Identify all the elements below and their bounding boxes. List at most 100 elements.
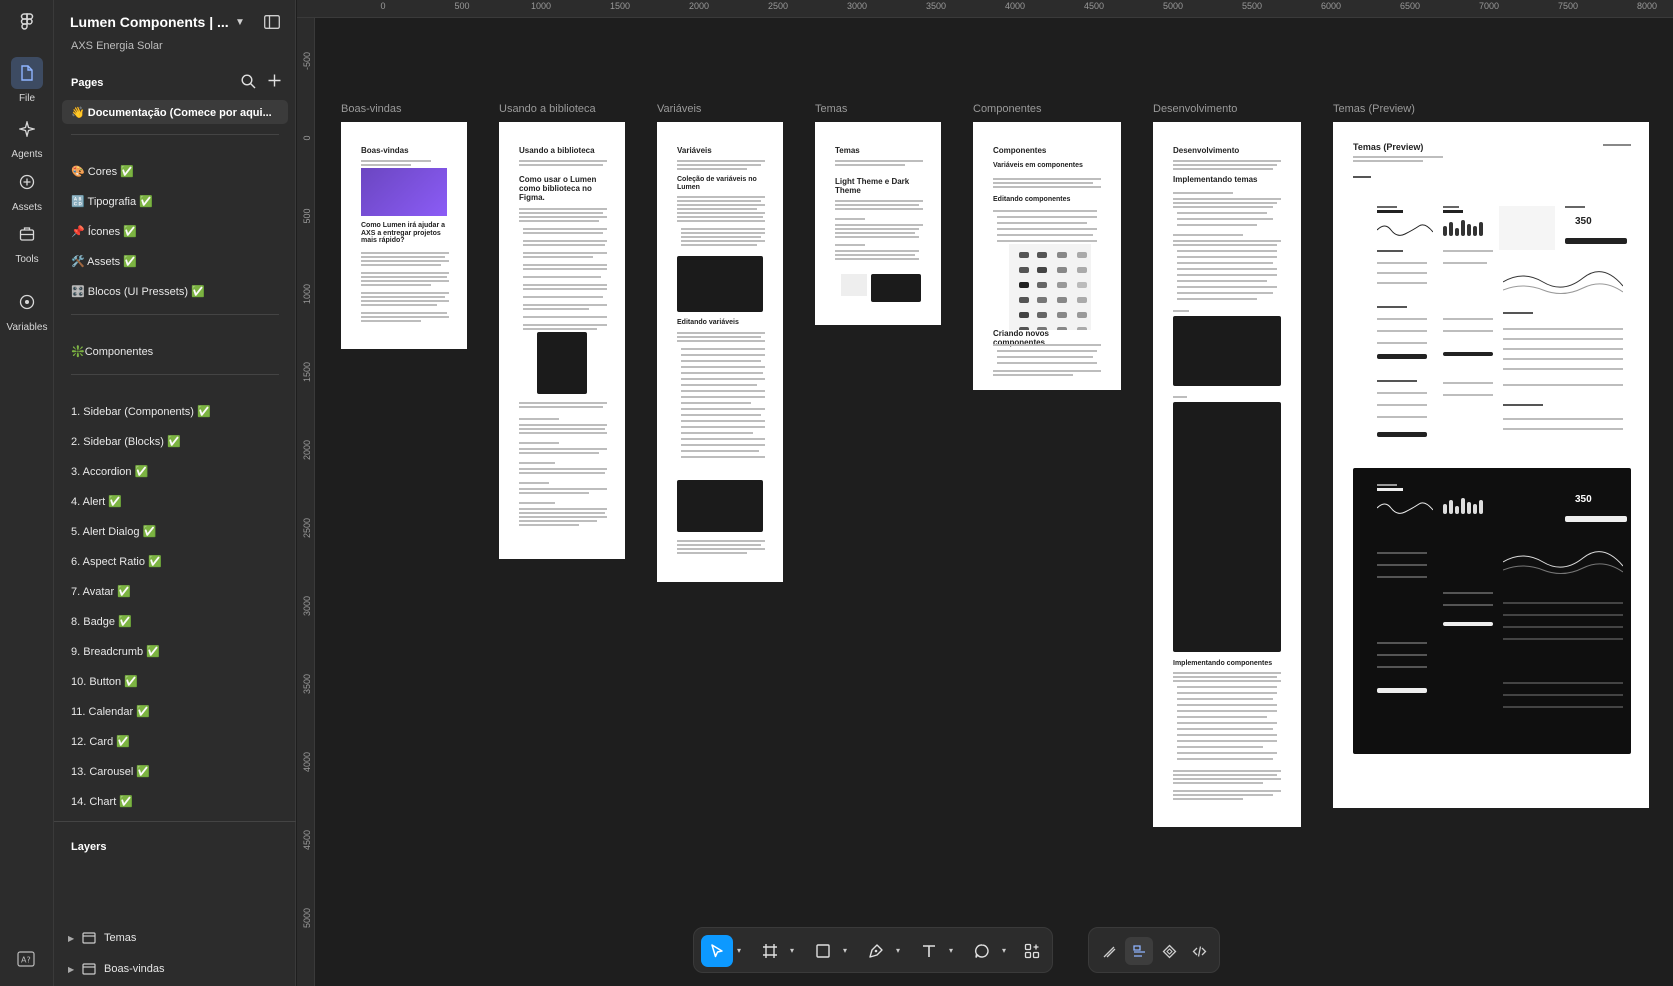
ruler-x-label: 7000 xyxy=(1478,1,1500,11)
rail-agents[interactable]: Agents xyxy=(0,113,54,160)
chevron-down-icon[interactable]: ▾ xyxy=(737,946,745,955)
page-item-alert[interactable]: 4. Alert ✅ xyxy=(62,489,288,513)
team-name[interactable]: AXS Energia Solar xyxy=(71,40,163,52)
chevron-down-icon[interactable]: ▾ xyxy=(949,946,957,955)
text-tool-button[interactable] xyxy=(913,935,945,967)
page-item-accordion[interactable]: 3. Accordion ✅ xyxy=(62,459,288,483)
frame-label-desenvolvimento[interactable]: Desenvolvimento xyxy=(1153,103,1237,115)
pen-tool-button[interactable] xyxy=(860,935,892,967)
page-item-sidebar-blocks[interactable]: 2. Sidebar (Blocks) ✅ xyxy=(62,429,288,453)
rail-assets[interactable]: Assets xyxy=(0,166,54,213)
rail-variables[interactable]: Variables xyxy=(0,286,54,333)
sidebar-panel: Lumen Components | ... ▼ AXS Energia Sol… xyxy=(54,0,296,986)
frame-temas-preview[interactable]: Temas (Preview) 350 350 xyxy=(1333,122,1649,808)
page-item-avatar[interactable]: 7. Avatar ✅ xyxy=(62,579,288,603)
frame-label-variaveis[interactable]: Variáveis xyxy=(657,103,701,115)
page-item-aspect-ratio[interactable]: 6. Aspect Ratio ✅ xyxy=(62,549,288,573)
layers-divider xyxy=(54,821,296,822)
ruler-x-label: 5000 xyxy=(1162,1,1184,11)
design-mode-button[interactable] xyxy=(1125,937,1153,965)
page-item-breadcrumb[interactable]: 9. Breadcrumb ✅ xyxy=(62,639,288,663)
chevron-down-icon[interactable]: ▼ xyxy=(235,17,245,28)
move-tool-button[interactable] xyxy=(701,935,733,967)
chevron-right-icon[interactable]: ▶ xyxy=(68,934,80,943)
layer-item-boas-vindas[interactable]: ▶ Boas-vindas xyxy=(68,959,165,979)
ruler-x-label: 5500 xyxy=(1241,1,1263,11)
agents-icon xyxy=(11,113,43,145)
rail-tools[interactable]: Tools xyxy=(0,218,54,265)
page-item-chart[interactable]: 14. Chart ✅ xyxy=(62,789,288,813)
text-settings-icon[interactable]: A? xyxy=(17,950,35,968)
frame-title: Desenvolvimento xyxy=(1173,146,1240,155)
frame-label-temas[interactable]: Temas xyxy=(815,103,847,115)
shape-tool-button[interactable] xyxy=(807,935,839,967)
layers-header: Layers xyxy=(71,841,107,853)
frame-desenvolvimento[interactable]: Desenvolvimento Implementando temas Impl… xyxy=(1153,122,1301,827)
search-icon[interactable] xyxy=(241,74,256,89)
chevron-right-icon[interactable]: ▶ xyxy=(68,965,80,974)
page-item-badge[interactable]: 8. Badge ✅ xyxy=(62,609,288,633)
ruler-x-label: 6000 xyxy=(1320,1,1342,11)
rail-file[interactable]: File xyxy=(0,57,54,104)
page-item-card[interactable]: 12. Card ✅ xyxy=(62,729,288,753)
page-item-carousel[interactable]: 13. Carousel ✅ xyxy=(62,759,288,783)
cursor-icon xyxy=(711,944,723,958)
ruler-y-label: 4500 xyxy=(302,829,312,851)
svg-text:A?: A? xyxy=(21,956,31,965)
page-item-button[interactable]: 10. Button ✅ xyxy=(62,669,288,693)
frame-label-preview[interactable]: Temas (Preview) xyxy=(1333,103,1415,115)
add-page-icon[interactable] xyxy=(267,73,282,88)
page-divider xyxy=(71,374,279,375)
comment-tool-button[interactable] xyxy=(966,935,998,967)
frame-boas-vindas[interactable]: Boas-vindas Como Lumen irá ajudar a AXS … xyxy=(341,122,467,349)
frame-label-boas-vindas[interactable]: Boas-vindas xyxy=(341,103,402,115)
layer-label: Temas xyxy=(104,932,137,944)
code-icon xyxy=(1192,945,1206,957)
bottom-toolbar: ▾ ▾ ▾ ▾ ▾ ▾ xyxy=(693,927,1053,973)
frame-temas[interactable]: Temas Light Theme e Dark Theme xyxy=(815,122,941,325)
chevron-down-icon[interactable]: ▾ xyxy=(1002,946,1010,955)
ruler-x-label: 1500 xyxy=(609,1,631,11)
rail-agents-label: Agents xyxy=(11,149,43,160)
page-item-sidebar-components[interactable]: 1. Sidebar (Components) ✅ xyxy=(62,399,288,423)
dark-theme-preview xyxy=(871,274,921,302)
page-item-tipografia[interactable]: 🔠 Tipografia ✅ xyxy=(62,189,288,213)
sparkline-chart xyxy=(1377,224,1433,236)
page-divider xyxy=(71,314,279,315)
page-item-cores[interactable]: 🎨 Cores ✅ xyxy=(62,159,288,183)
frame-tool-button[interactable] xyxy=(754,935,786,967)
chevron-down-icon[interactable]: ▾ xyxy=(843,946,851,955)
frame-variaveis[interactable]: Variáveis Coleção de variáveis no Lumen … xyxy=(657,122,783,582)
ruler-y-label: -500 xyxy=(302,52,312,71)
toggle-panel-icon[interactable] xyxy=(264,15,280,29)
light-theme-preview xyxy=(841,274,867,296)
page-item-calendar[interactable]: 11. Calendar ✅ xyxy=(62,699,288,723)
canvas[interactable]: 0 500 1000 1500 2000 2500 3000 3500 4000… xyxy=(297,0,1673,986)
dev-mode-button[interactable] xyxy=(1185,937,1213,965)
chevron-down-icon[interactable]: ▾ xyxy=(896,946,904,955)
ruler-x-label: 6500 xyxy=(1399,1,1421,11)
project-title[interactable]: Lumen Components | ... xyxy=(70,14,229,30)
page-item-alert-dialog[interactable]: 5. Alert Dialog ✅ xyxy=(62,519,288,543)
left-rail: File Agents Assets Tools Variables A? xyxy=(0,0,54,986)
frame-biblioteca[interactable]: Usando a biblioteca Como usar o Lumen co… xyxy=(499,122,625,559)
figma-logo-icon[interactable] xyxy=(17,12,37,32)
actions-icon xyxy=(1024,943,1040,959)
page-item-blocos[interactable]: 🎛️ Blocos (UI Pressets) ✅ xyxy=(62,279,288,303)
chevron-down-icon[interactable]: ▾ xyxy=(790,946,798,955)
prototype-mode-button[interactable] xyxy=(1155,937,1183,965)
page-item-componentes[interactable]: ❇️Componentes xyxy=(62,339,288,363)
page-item-assets[interactable]: 🛠️ Assets ✅ xyxy=(62,249,288,273)
page-item-icones[interactable]: 📌 Ícones ✅ xyxy=(62,219,288,243)
variables-icon xyxy=(11,286,43,318)
ruler-y-label: 2500 xyxy=(302,517,312,539)
frame-componentes[interactable]: Componentes Variáveis em componentes Edi… xyxy=(973,122,1121,390)
rail-assets-label: Assets xyxy=(11,202,42,213)
prototype-icon xyxy=(1162,944,1176,958)
layer-item-temas[interactable]: ▶ Temas xyxy=(68,928,136,948)
page-item-documentacao[interactable]: 👋 Documentação (Comece por aqui... xyxy=(62,100,288,124)
actions-tool-button[interactable] xyxy=(1016,935,1048,967)
frame-label-componentes[interactable]: Componentes xyxy=(973,103,1042,115)
frame-label-biblioteca[interactable]: Usando a biblioteca xyxy=(499,103,596,115)
draw-mode-button[interactable] xyxy=(1095,937,1123,965)
